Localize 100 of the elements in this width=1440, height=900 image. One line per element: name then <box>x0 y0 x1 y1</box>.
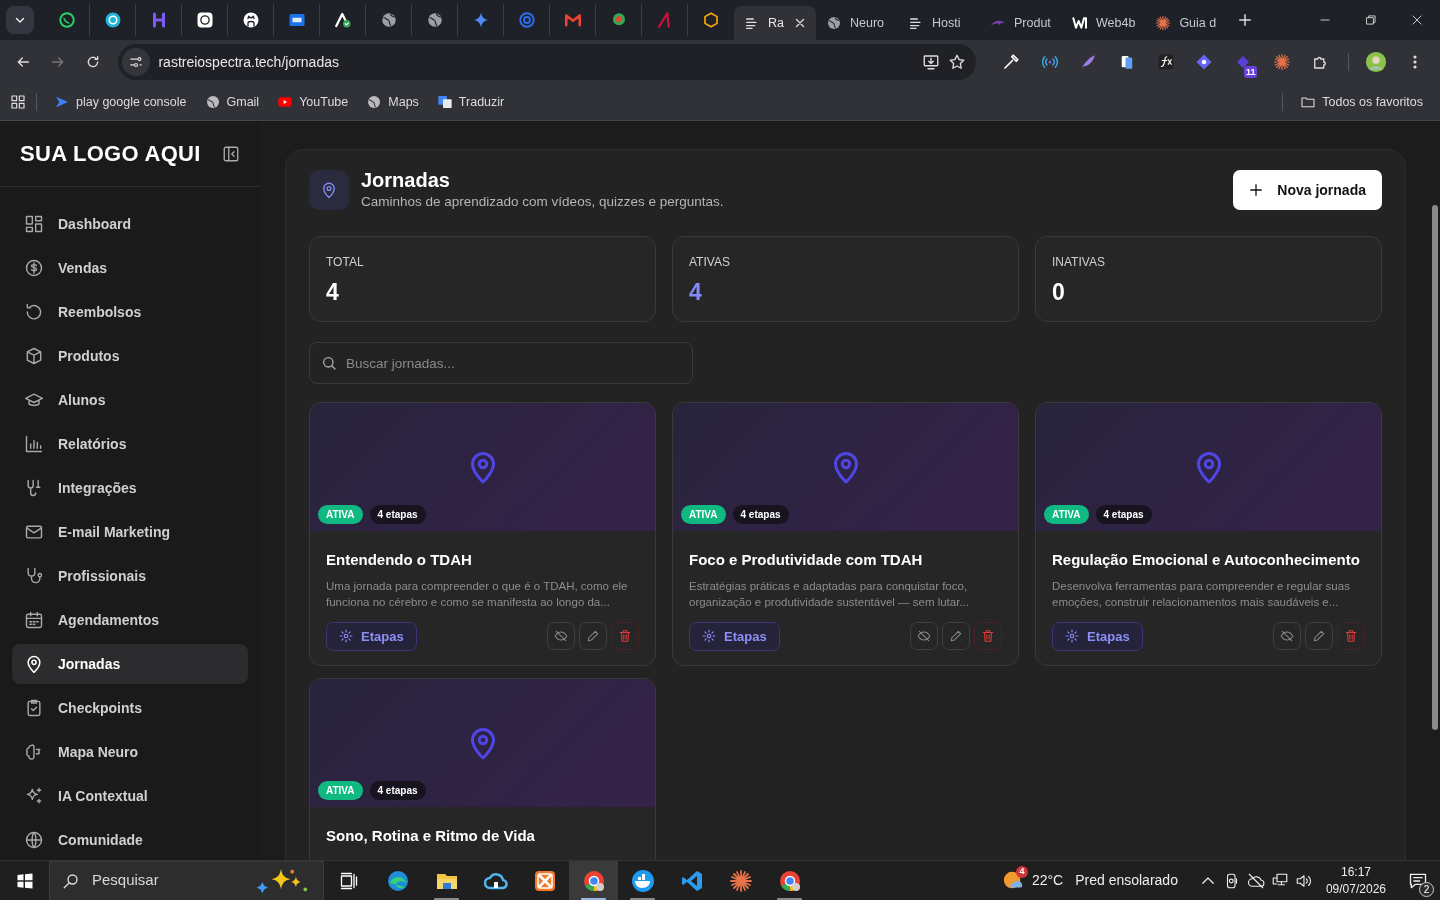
star-icon[interactable] <box>947 53 966 71</box>
install-icon[interactable] <box>921 53 940 71</box>
grid-icon <box>24 214 44 234</box>
steps-button[interactable]: Etapas <box>1052 621 1143 651</box>
apps-grid-icon[interactable] <box>10 94 26 110</box>
temperature: 22°C <box>1031 871 1064 890</box>
collapse-icon[interactable] <box>222 144 240 163</box>
sidebar-item[interactable]: E-mail Marketing <box>12 512 248 552</box>
restore-icon[interactable] <box>1364 13 1378 27</box>
formula-icon[interactable] <box>1156 53 1175 71</box>
trash-icon <box>618 629 632 644</box>
more-icon[interactable] <box>1412 54 1417 70</box>
status-badge: ATIVA <box>318 781 363 801</box>
edit-button[interactable] <box>1305 622 1333 651</box>
weather-widget[interactable]: 4 22°C Pred ensolarado <box>1001 868 1178 893</box>
card-description: Desenvolva ferramentas para compreender e regular suas emoções, construir relacionamentos mais saudáveis e... <box>1052 578 1351 610</box>
sidebar-item[interactable]: Reembolsos <box>12 292 248 332</box>
starburst-icon[interactable] <box>1272 53 1291 71</box>
hide-button[interactable] <box>910 622 938 651</box>
check-icon <box>333 11 352 29</box>
square-icon <box>287 11 306 29</box>
folder-icon <box>1300 94 1317 110</box>
bookmark[interactable]: YouTube <box>270 89 356 115</box>
sidebar-item[interactable]: Comunidade <box>12 820 248 860</box>
chrome-icon <box>777 868 802 893</box>
zigzag-icon <box>1072 15 1088 31</box>
grid-square-icon <box>532 868 557 893</box>
knot-icon <box>195 11 214 29</box>
close-icon[interactable] <box>1410 13 1424 27</box>
sidebar-item[interactable]: Checkpoints <box>12 688 248 728</box>
browser-tab[interactable]: Neuro <box>816 6 898 40</box>
browser-tab[interactable]: Ra <box>734 6 816 40</box>
hide-button[interactable] <box>547 622 575 651</box>
steps-button[interactable]: Etapas <box>326 621 417 651</box>
trash-icon <box>1344 629 1358 644</box>
sidebar-item[interactable]: Dashboard <box>12 204 248 244</box>
bookmark[interactable]: Maps <box>359 89 426 115</box>
search-icon <box>321 355 337 372</box>
delete-button[interactable] <box>974 622 1002 651</box>
pin-icon <box>24 654 44 674</box>
notifications-button[interactable]: 2 <box>1396 860 1440 900</box>
sidebar-item[interactable]: Mapa Neuro <box>12 732 248 772</box>
sidebar-item[interactable]: Vendas <box>12 248 248 288</box>
sidebar-item[interactable]: Produtos <box>12 336 248 376</box>
hide-button[interactable] <box>1273 622 1301 651</box>
bookmark[interactable]: Gmail <box>197 89 267 115</box>
browser-tab[interactable]: Web4b <box>1062 6 1146 40</box>
pencil-icon <box>1312 629 1326 644</box>
edit-button[interactable] <box>579 622 607 651</box>
sidebar-item[interactable]: Agendamentos <box>12 600 248 640</box>
edit-button[interactable] <box>942 622 970 651</box>
sidebar-item[interactable]: Profissionais <box>12 556 248 596</box>
back-icon[interactable] <box>15 54 32 70</box>
bookmark-folder[interactable]: Todos os favoritos <box>1293 89 1430 115</box>
taskbar-search[interactable]: Pesquisar <box>49 860 324 900</box>
bar-chart-icon <box>24 434 44 454</box>
weather-text: Pred ensolarado <box>1075 871 1178 890</box>
close-icon[interactable] <box>794 17 806 29</box>
new-journey-button[interactable]: Nova jornada <box>1233 170 1382 211</box>
globe-icon <box>204 94 221 110</box>
avatar-icon[interactable] <box>1365 51 1387 73</box>
card-title: Entendendo o TDAH <box>326 550 473 571</box>
diamond-icon[interactable] <box>1195 53 1214 71</box>
delete-button[interactable] <box>1337 622 1365 651</box>
gear-icon <box>702 629 716 644</box>
scrollbar-thumb[interactable] <box>1432 205 1438 730</box>
chrome-icon <box>581 868 606 893</box>
address-bar[interactable]: rastreiospectra.tech/jornadas <box>118 44 976 80</box>
browser-tab[interactable]: Hosti <box>898 6 980 40</box>
clock[interactable]: 16:17 09/07/2026 <box>1325 863 1386 898</box>
sidebar-item[interactable]: Relatórios <box>12 424 248 464</box>
sidebar-item[interactable]: Alunos <box>12 380 248 420</box>
card-title: Sono, Rotina e Ritmo de Vida <box>326 826 536 847</box>
whale-icon <box>630 868 655 893</box>
steps-badge: 4 etapas <box>369 781 426 801</box>
envelope-icon <box>563 11 582 29</box>
bookmark[interactable]: play google console <box>47 89 194 115</box>
calendar-icon <box>24 610 44 630</box>
sliders-icon[interactable] <box>129 55 144 69</box>
eye-off-icon <box>554 629 568 644</box>
search-field[interactable]: Buscar jornadas... <box>309 342 693 385</box>
windows-icon <box>15 871 34 890</box>
hexagon-icon <box>702 11 720 29</box>
feather-icon[interactable] <box>1079 53 1098 71</box>
signal-icon[interactable] <box>1040 53 1059 71</box>
browser-tab[interactable]: Guia d <box>1145 6 1228 40</box>
sidebar-item[interactable]: Integrações <box>12 468 248 508</box>
steps-button[interactable]: Etapas <box>689 621 780 651</box>
bookmark[interactable]: Traduzir <box>429 89 512 115</box>
tab-search-button[interactable] <box>6 6 34 34</box>
sidebar-item[interactable]: IA Contextual <box>12 776 248 816</box>
cloud-off-icon[interactable] <box>1246 871 1265 890</box>
sidebar-item[interactable]: Jornadas <box>12 644 248 684</box>
browser-tab[interactable]: Produt <box>980 6 1062 40</box>
pin-icon <box>320 181 338 200</box>
taskbar-app[interactable] <box>569 860 618 900</box>
delete-button[interactable] <box>611 622 639 651</box>
pencil-icon <box>949 629 963 644</box>
stat-value: 4 <box>689 278 703 308</box>
eye-off-icon <box>917 629 931 644</box>
